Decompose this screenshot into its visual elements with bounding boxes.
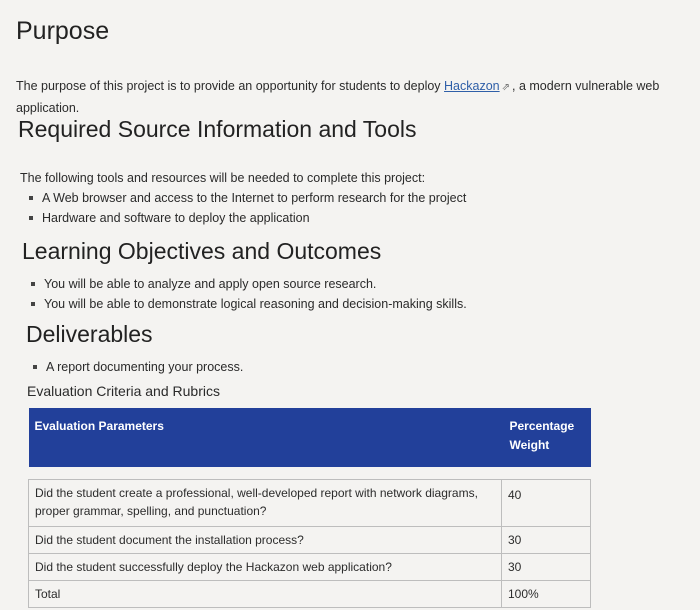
list-item: A report documenting your process. [25,357,243,377]
hackazon-link[interactable]: Hackazon [444,79,500,93]
table-spacer [28,467,591,480]
table-row: Did the student create a professional, w… [28,479,591,527]
table-row: Did the student document the installatio… [28,526,591,554]
list-item: Hardware and software to deploy the appl… [21,208,466,228]
tools-list: A Web browser and access to the Internet… [21,188,466,228]
weight-cell: 40 [501,479,591,527]
criterion-cell: Did the student create a professional, w… [28,479,502,527]
list-item: You will be able to analyze and apply op… [23,274,467,294]
header-evaluation-parameters: Evaluation Parameters [28,408,502,467]
external-link-icon: ⇗ [501,81,511,93]
document-page: Purpose The purpose of this project is t… [0,0,700,610]
table-row: Did the student successfully deploy the … [28,553,591,581]
evaluation-title: Evaluation Criteria and Rubrics [27,383,220,399]
weight-cell: 30 [501,526,591,554]
table-header-row: Evaluation Parameters Percentage Weight [28,408,591,467]
table-row-total: Total 100% [28,580,591,608]
total-label-cell: Total [28,580,502,608]
total-weight-cell: 100% [501,580,591,608]
section-heading-deliverables: Deliverables [26,321,153,347]
weight-cell: 30 [501,553,591,581]
tools-intro: The following tools and resources will b… [20,170,426,185]
criterion-cell: Did the student document the installatio… [28,526,502,554]
section-heading-objectives: Learning Objectives and Outcomes [22,238,382,264]
list-item: You will be able to demonstrate logical … [23,294,467,314]
deliverables-list: A report documenting your process. [25,357,243,377]
section-heading-purpose: Purpose [16,17,110,45]
list-item: A Web browser and access to the Internet… [21,188,466,208]
purpose-paragraph: The purpose of this project is to provid… [16,78,660,115]
objectives-list: You will be able to analyze and apply op… [23,274,467,314]
header-percentage-weight: Percentage Weight [501,408,591,467]
criterion-cell: Did the student successfully deploy the … [28,553,502,581]
rubric-table: Evaluation Parameters Percentage Weight D… [28,408,591,608]
section-heading-tools: Required Source Information and Tools [18,116,417,142]
